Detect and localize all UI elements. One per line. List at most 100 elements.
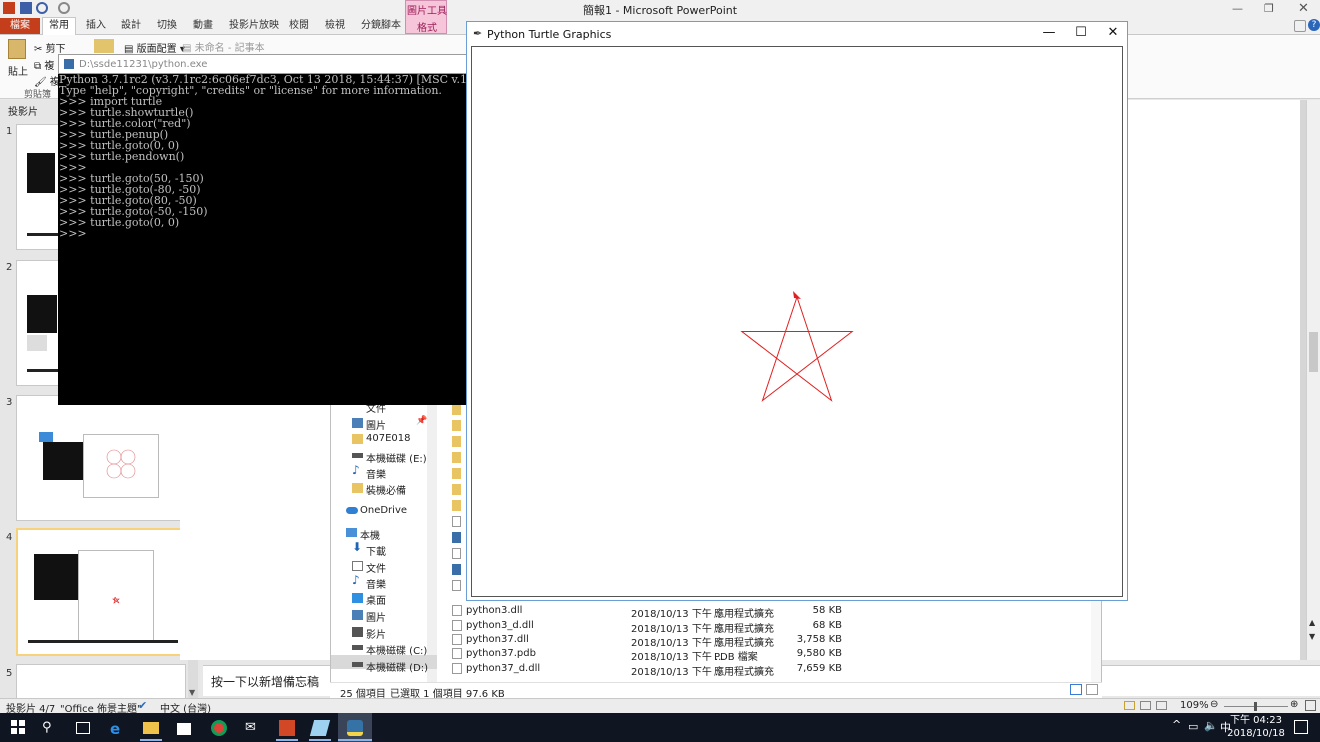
restore-button[interactable]: ❐ <box>1264 2 1274 15</box>
notifications-icon[interactable] <box>1294 720 1308 734</box>
nav-item-desktop[interactable]: 桌面 <box>366 592 386 607</box>
edge-icon[interactable]: e <box>110 720 126 738</box>
collapse-ribbon-icon[interactable] <box>1294 20 1306 32</box>
file-size: 3,758 KB <box>796 634 842 645</box>
zoom-in-icon[interactable]: ⊕ <box>1290 699 1298 710</box>
file-row-python37-dll[interactable]: python37.dll 2018/10/13 下午 ... 應用程式擴充 3,… <box>452 634 902 649</box>
nav-item-this-pc[interactable]: 本機 <box>360 527 380 542</box>
store-icon[interactable] <box>177 723 191 735</box>
file-row-python37-pdb[interactable]: python37.pdb 2018/10/13 下午 ... PDB 檔案 9,… <box>452 648 902 663</box>
tab-animations[interactable]: 動畫 <box>193 18 213 34</box>
file-row-python3-dll[interactable]: python3.dll 2018/10/13 下午 ... 應用程式擴充 58 … <box>452 605 902 620</box>
zoom-out-icon[interactable]: ⊖ <box>1210 699 1218 710</box>
nav-item-essentials[interactable]: 裝機必備 <box>366 482 406 497</box>
cut-button[interactable]: ✂ 剪下 <box>34 40 66 55</box>
help-icon[interactable]: ? <box>1308 19 1320 31</box>
notepad-titlebar[interactable]: ▤ 未命名 - 記事本 <box>182 39 472 54</box>
spellcheck-icon[interactable]: ✔ <box>138 699 147 712</box>
tab-design[interactable]: 設計 <box>121 18 141 34</box>
turtle-maximize-button[interactable]: ☐ <box>1065 22 1097 46</box>
slide-number: 2 <box>6 262 13 273</box>
slide-number: 5 <box>6 668 13 679</box>
search-icon[interactable]: ⚲ <box>42 720 58 736</box>
picture-tools-tab[interactable]: 圖片工具 格式 <box>405 0 447 34</box>
minimize-button[interactable]: — <box>1232 2 1243 15</box>
nav-item-music-pc[interactable]: 音樂 <box>366 576 386 591</box>
show-hidden-icons[interactable]: ^ <box>1172 718 1181 731</box>
nav-scrollbar[interactable] <box>427 401 437 683</box>
nav-item-videos[interactable]: 影片 <box>366 626 386 641</box>
previous-slide-icon[interactable]: ▲ <box>1309 618 1315 627</box>
format-painter-button[interactable]: 🖌 複 <box>34 73 60 88</box>
nav-item-pictures[interactable]: 圖片 <box>366 609 386 624</box>
editor-vertical-scrollbar[interactable]: ▲ ▼ <box>1306 100 1320 660</box>
nav-item-onedrive[interactable]: OneDrive <box>360 505 407 516</box>
picture-icon <box>352 610 363 620</box>
nav-item-pictures-pinned[interactable]: 圖片 <box>366 417 386 432</box>
nav-item-documents[interactable]: 文件 <box>366 560 386 575</box>
python-taskbar-button[interactable] <box>338 713 372 742</box>
turtle-graphics-window[interactable]: ✒ Python Turtle Graphics — ☐ ✕ <box>466 21 1128 601</box>
tab-slides[interactable]: 投影片 <box>8 103 38 118</box>
network-icon[interactable]: ▭ <box>1188 720 1198 733</box>
nav-item-drive-c[interactable]: 本機磁碟 (C:) <box>366 642 427 657</box>
new-slide-icon[interactable] <box>94 39 114 53</box>
nav-item-drive-e[interactable]: 本機磁碟 (E:) <box>366 450 427 465</box>
layout-button[interactable]: ▤ 版面配置 ▾ <box>124 40 185 55</box>
turtle-minimize-button[interactable]: — <box>1033 22 1065 46</box>
file-row-python3-d-dll[interactable]: python3_d.dll 2018/10/13 下午 ... 應用程式擴充 6… <box>452 620 902 635</box>
tab-storyboard[interactable]: 分鏡腳本 <box>361 18 401 34</box>
slide-thumbnail-5[interactable] <box>16 664 186 700</box>
turtle-close-button[interactable]: ✕ <box>1097 22 1129 46</box>
next-slide-icon[interactable]: ▼ <box>1309 632 1315 641</box>
file-list-scrollbar[interactable] <box>1091 601 1101 683</box>
file-row-python37-d-dll[interactable]: python37_d.dll 2018/10/13 下午 ... 應用程式擴充 … <box>452 663 902 678</box>
close-button[interactable]: ✕ <box>1298 1 1309 16</box>
paste-label[interactable]: 貼上 <box>8 63 28 78</box>
file-explorer-icon[interactable] <box>143 722 159 734</box>
slide-thumbnail-4-selected[interactable] <box>16 528 188 656</box>
tab-insert[interactable]: 插入 <box>86 18 106 34</box>
start-button[interactable] <box>11 720 25 734</box>
window-title: 簡報1 - Microsoft PowerPoint <box>582 4 738 17</box>
scroll-thumb[interactable] <box>1309 332 1318 372</box>
nav-item-drive-d[interactable]: 本機磁碟 (D:) <box>366 659 428 674</box>
zoom-slider-thumb[interactable] <box>1254 702 1257 711</box>
chrome-icon[interactable] <box>211 720 227 736</box>
music-icon: ♪ <box>352 463 360 477</box>
taskbar-clock[interactable]: 下午 04:23 2018/10/18 <box>1222 714 1290 742</box>
file-name: python37.dll <box>466 634 529 645</box>
thumb-window <box>27 335 47 351</box>
tab-file[interactable]: 檔案 <box>0 18 40 34</box>
tab-review[interactable]: 校閱 <box>289 18 309 34</box>
powerpoint-taskbar-icon[interactable] <box>279 720 295 736</box>
mail-icon[interactable]: ✉ <box>245 720 261 736</box>
normal-view-icon[interactable] <box>1124 701 1135 710</box>
tab-format[interactable]: 格式 <box>406 19 448 34</box>
reading-view-icon[interactable] <box>1156 701 1167 710</box>
tab-view[interactable]: 檢視 <box>325 18 345 34</box>
tab-home[interactable]: 常用 <box>42 17 76 35</box>
picture-tools-label: 圖片工具 <box>407 6 447 17</box>
copy-button[interactable]: ⧉ 複 <box>34 57 54 72</box>
turtle-canvas[interactable] <box>471 46 1123 597</box>
console-titlebar[interactable]: D:\ssde11231\python.exe <box>58 54 470 74</box>
nav-item-407e018[interactable]: 407E018 <box>366 433 411 444</box>
task-view-icon[interactable] <box>76 722 90 734</box>
turtle-titlebar[interactable]: ✒ Python Turtle Graphics — ☐ ✕ <box>467 22 1127 46</box>
large-icons-view-icon[interactable] <box>1086 684 1098 695</box>
tab-slideshow[interactable]: 投影片放映 <box>229 18 279 34</box>
nav-item-downloads[interactable]: 下載 <box>366 543 386 558</box>
details-view-icon[interactable] <box>1070 684 1082 695</box>
console-line: >>> turtle.goto(0, 0) <box>59 216 180 229</box>
slide-thumbnail-3[interactable] <box>16 395 186 521</box>
python-console[interactable]: Python 3.7.1rc2 (v3.7.1rc2:6c06ef7dc3, O… <box>58 74 468 405</box>
nav-item-music[interactable]: 音樂 <box>366 466 386 481</box>
fit-to-window-icon[interactable] <box>1305 700 1316 711</box>
tab-transitions[interactable]: 切換 <box>157 18 177 34</box>
zoom-level[interactable]: 109% <box>1180 700 1209 711</box>
volume-icon[interactable]: 🔈 <box>1204 719 1218 732</box>
scroll-down-icon[interactable]: ▼ <box>189 688 195 697</box>
paste-icon[interactable] <box>8 39 26 59</box>
slide-sorter-icon[interactable] <box>1140 701 1151 710</box>
